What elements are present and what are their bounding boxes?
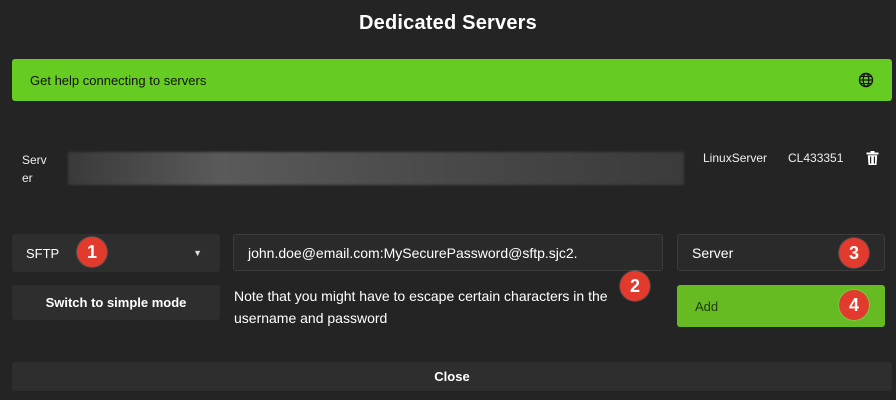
annotation-badge-1: 1 <box>77 237 107 267</box>
protocol-select[interactable]: SFTP ▼ <box>12 234 220 272</box>
server-id: CL433351 <box>788 151 844 165</box>
trash-icon[interactable] <box>866 151 879 165</box>
close-button[interactable]: Close <box>12 362 892 391</box>
server-entry: Server LinuxServer CL433351 <box>0 145 896 187</box>
annotation-badge-3: 3 <box>839 238 869 268</box>
protocol-select-value: SFTP <box>26 245 60 261</box>
help-connecting-label: Get help connecting to servers <box>30 72 207 88</box>
server-type: LinuxServer <box>703 151 768 165</box>
server-label: Server <box>22 153 47 185</box>
page-title: Dedicated Servers <box>359 12 537 34</box>
connection-string-input[interactable]: john.doe@email.com:MySecurePassword@sftp… <box>233 234 663 271</box>
chevron-down-icon: ▼ <box>193 248 202 258</box>
annotation-badge-4: 4 <box>839 290 869 320</box>
help-connecting-link[interactable]: Get help connecting to servers <box>12 59 892 101</box>
switch-to-simple-mode-button[interactable]: Switch to simple mode <box>12 285 220 320</box>
escape-characters-note: Note that you might have to escape certa… <box>234 288 608 326</box>
server-address-redacted <box>68 152 684 185</box>
globe-icon <box>858 72 874 88</box>
annotation-badge-2: 2 <box>620 271 650 301</box>
